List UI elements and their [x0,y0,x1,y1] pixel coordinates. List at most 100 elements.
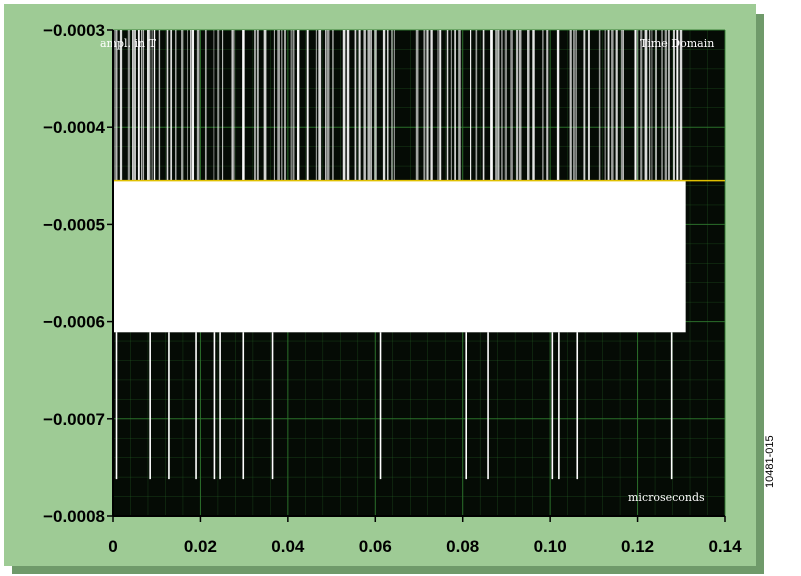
signal-oscillation-upper [370,30,372,181]
signal-oscillation-upper [119,30,123,181]
signal-oscillation-upper [439,30,442,181]
signal-oscillation-upper [140,30,143,181]
signal-oscillation-upper [516,30,518,181]
signal-oscillation-upper [290,30,292,181]
signal-oscillation-upper [679,30,683,181]
x-tick-label: 0.14 [708,537,742,556]
signal-oscillation-upper [450,30,452,181]
signal-oscillation-upper [318,30,322,181]
signal-oscillation-upper [569,30,572,181]
signal-oscillation-upper [651,30,653,181]
signal-oscillation-upper [256,30,259,181]
signal-oscillation-upper [386,30,389,181]
signal-oscillation-upper [532,30,535,181]
signal-oscillation-upper [374,30,377,181]
signal-oscillation-upper [501,30,503,181]
signal-oscillation-upper [649,30,651,181]
signal-oscillation-upper [587,30,590,181]
signal-oscillation-upper [127,30,130,181]
signal-oscillation-upper [166,30,169,181]
signal-oscillation-upper [482,30,485,181]
signal-oscillation-upper [277,30,280,181]
signal-oscillation-upper [634,30,637,181]
signal-oscillation-upper [676,30,679,181]
signal-oscillation-upper [137,30,140,181]
signal-oscillation-upper [158,30,161,181]
x-tick-label: 0.08 [446,537,479,556]
signal-oscillation-upper [346,30,350,181]
signal-oscillation-upper [575,30,577,181]
y-tick-label: −0.0007 [43,410,105,429]
signal-oscillation-upper [354,30,357,181]
signal-oscillation-upper [505,30,507,181]
signal-oscillation-upper [495,30,498,181]
signal-oscillation-upper [263,30,267,181]
chart-frame: ampl. in T Time Domain microseconds 0 0.0… [4,4,764,574]
signal-oscillation-upper [655,30,657,181]
signal-oscillation-upper [475,30,478,181]
x-tick-label: 0 [108,537,117,556]
signal-oscillation-upper [254,30,256,181]
signal-oscillation-upper [181,30,184,181]
signal-oscillation-upper [497,30,500,181]
signal-oscillation-upper [132,30,134,181]
signal-oscillation-upper [546,30,549,181]
signal-oscillation-upper [326,30,330,181]
signal-oscillation-upper [284,30,286,181]
signal-oscillation-upper [640,30,643,181]
signal-oscillation-upper [342,30,346,181]
signal-oscillation-upper [315,30,317,181]
signal-oscillation-upper [611,30,614,181]
signal-oscillation-upper [470,30,472,181]
signal-oscillation-upper [196,30,200,181]
signal-oscillation-upper [142,30,145,181]
signal-oscillation-upper [556,30,560,181]
signal-oscillation-upper [667,30,670,181]
signal-oscillation-upper [393,30,395,181]
signal-oscillation-upper [296,30,300,181]
y-tick-label: −0.0004 [43,118,105,137]
signal-oscillation-upper [204,30,207,181]
signal-oscillation-upper [325,30,327,181]
signal-core-band [114,180,686,333]
signal-oscillation-upper [458,30,461,181]
signal-oscillation-upper [217,30,220,181]
signal-oscillation-upper [147,30,149,181]
signal-oscillation-upper [281,30,283,181]
signal-oscillation-upper [607,30,610,181]
overlay-label-amplitude: ampl. in T [100,37,157,50]
signal-oscillation-upper [672,30,675,181]
signal-oscillation-upper [664,30,667,181]
signal-oscillation-upper [446,30,449,181]
signal-oscillation-upper [583,30,586,181]
x-tick-label: 0.04 [271,537,305,556]
signal-oscillation-upper [637,30,639,181]
x-tick-label: 0.02 [184,537,217,556]
signal-oscillation-upper [604,30,606,181]
y-tick-label: −0.0006 [43,313,105,332]
y-tick-label: −0.0005 [43,215,105,234]
signal-oscillation-upper [292,30,295,181]
signal-oscillation-upper [615,30,618,181]
signal-oscillation-upper [134,30,136,181]
signal-oscillation-upper [490,30,493,181]
signal-oscillation-upper [620,30,623,181]
x-tick-label: 0.12 [621,537,654,556]
signal-oscillation-upper [573,30,575,181]
signal-oscillation-upper [430,30,433,181]
signal-oscillation-upper [231,30,234,181]
signal-oscillation-upper [358,30,361,181]
signal-oscillation-upper [187,30,189,181]
signal-oscillation-upper [504,30,506,181]
overlay-label-microseconds: microseconds [628,491,705,504]
signal-oscillation-upper [622,30,624,181]
signal-oscillation-upper [151,30,153,181]
signal-oscillation-upper [363,30,366,181]
signal-oscillation-upper [661,30,663,181]
overlay-label-time-domain: Time Domain [640,37,714,50]
signal-oscillation-upper [149,30,151,181]
signal-oscillation-upper [527,30,530,181]
signal-oscillation-upper [114,30,115,181]
signal-oscillation-upper [170,30,173,181]
x-tick-label: 0.06 [359,537,392,556]
